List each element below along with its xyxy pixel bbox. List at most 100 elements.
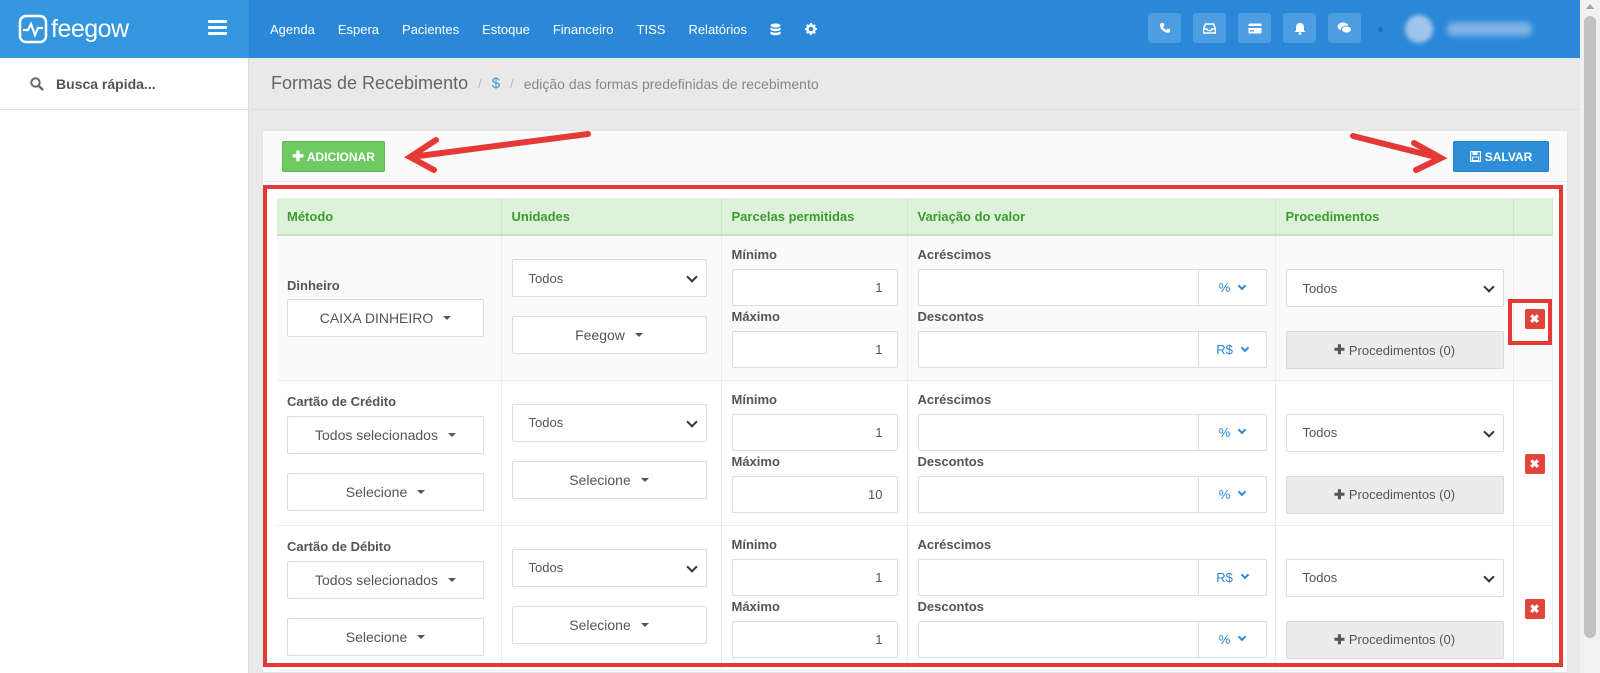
caret-down-icon (443, 316, 452, 320)
surcharge-unit-dropdown[interactable]: % (1197, 270, 1266, 305)
min-installments-input[interactable]: 1 (731, 269, 898, 306)
nav-relatorios[interactable]: Relatórios (688, 22, 747, 37)
surcharge-input[interactable]: R$ (917, 558, 1267, 596)
surcharge-unit-dropdown[interactable]: % (1197, 414, 1266, 450)
inbox-icon[interactable] (1193, 13, 1226, 43)
nav-espera[interactable]: Espera (338, 22, 379, 37)
table-header-row: Método Unidades Parcelas permitidas Vari… (277, 198, 1553, 236)
chevron-down-icon (1240, 343, 1250, 352)
phone-icon[interactable] (1148, 13, 1181, 43)
method-cell: Dinheiro CAIXA DINHEIRO (277, 235, 502, 381)
discount-unit-dropdown[interactable]: R$ (1197, 332, 1266, 367)
delete-row-button[interactable]: ✖ (1524, 309, 1545, 329)
delete-row-button[interactable]: ✖ (1524, 453, 1545, 474)
discount-input[interactable]: % (917, 475, 1267, 513)
account-dropdown[interactable]: Selecione (287, 617, 484, 656)
discount-input[interactable]: % (917, 620, 1267, 658)
delete-row-button[interactable]: ✖ (1524, 598, 1545, 619)
user-name-blurred (1447, 22, 1532, 36)
procedures-select[interactable]: Todos (1285, 558, 1504, 597)
table-row: Cartão de Crédito Todos selecionados Sel… (277, 380, 1553, 526)
surcharge-label: Acréscimos (917, 536, 992, 552)
plus-icon: ✚ (1333, 342, 1345, 357)
procedures-button[interactable]: ✚ Procedimentos (0) (1285, 620, 1504, 659)
sidebar: Busca rápida... (0, 58, 249, 673)
max-installments-input[interactable]: 1 (731, 620, 898, 658)
discount-unit-dropdown[interactable]: % (1197, 476, 1266, 512)
feegow-logo[interactable]: feegow (18, 14, 129, 44)
save-button[interactable]: SALVAR (1453, 141, 1549, 172)
add-button[interactable]: ✚ ADICIONAR (282, 141, 385, 172)
page-scrollbar[interactable] (1580, 0, 1600, 673)
procedures-button[interactable]: ✚ Procedimentos (0) (1285, 331, 1504, 369)
caret-down-icon (640, 477, 649, 482)
account-dropdown[interactable]: Selecione (287, 472, 484, 511)
card-brands-dropdown[interactable]: Todos selecionados (287, 560, 484, 599)
value-variation-cell: Acréscimos R$ Descontos % (907, 525, 1276, 671)
menu-toggle-icon[interactable] (208, 20, 227, 36)
procedures-select[interactable]: Todos (1285, 413, 1504, 452)
select-value: Todos (1302, 280, 1338, 296)
chevron-down-icon (1238, 281, 1247, 290)
nav-pacientes[interactable]: Pacientes (402, 22, 459, 37)
select-value: Todos (528, 560, 564, 575)
save-button-label: SALVAR (1484, 149, 1533, 164)
surcharge-input[interactable]: % (917, 269, 1267, 306)
units-select[interactable]: Todos (511, 403, 707, 442)
max-installments-input[interactable]: 1 (731, 331, 898, 368)
chevron-down-icon (1238, 487, 1247, 497)
procedures-cell: Todos ✚ Procedimentos (0) (1275, 380, 1514, 526)
top-navbar: feegow Agenda Espera Pacientes Estoque F… (0, 0, 1580, 58)
user-menu[interactable] (1405, 14, 1550, 44)
card-brands-dropdown[interactable]: Todos selecionados (287, 415, 484, 454)
units-dropdown[interactable]: Selecione (511, 605, 707, 644)
procedures-button[interactable]: ✚ Procedimentos (0) (1285, 475, 1504, 514)
discount-label: Descontos (917, 453, 984, 469)
status-dot (1378, 27, 1383, 32)
units-select[interactable]: Todos (511, 259, 707, 297)
nav-estoque[interactable]: Estoque (482, 22, 530, 37)
close-icon: ✖ (1529, 312, 1540, 326)
dropdown-label: Feegow (575, 327, 625, 343)
cash-register-dropdown[interactable]: CAIXA DINHEIRO (287, 299, 484, 337)
chevron-down-icon (1482, 281, 1495, 293)
nav-financeiro[interactable]: Financeiro (553, 22, 614, 37)
table-row: Cartão de Débito Todos selecionados Sele… (277, 525, 1553, 671)
database-icon[interactable] (770, 22, 782, 36)
min-label: Mínimo (731, 247, 778, 262)
chevron-down-icon (685, 415, 698, 428)
units-dropdown[interactable]: Feegow (511, 316, 707, 354)
units-select[interactable]: Todos (511, 548, 707, 587)
scroll-up-arrow-icon[interactable] (1586, 4, 1594, 9)
discount-input[interactable]: R$ (917, 331, 1267, 368)
discount-unit-dropdown[interactable]: % (1197, 621, 1266, 657)
surcharge-unit-dropdown[interactable]: R$ (1197, 559, 1266, 595)
units-dropdown[interactable]: Selecione (511, 460, 707, 499)
card-icon[interactable] (1238, 13, 1271, 43)
max-installments-input[interactable]: 10 (731, 475, 898, 513)
nav-tiss[interactable]: TISS (637, 22, 666, 37)
surcharge-input[interactable]: % (917, 413, 1267, 451)
gear-icon[interactable] (804, 22, 817, 36)
max-label: Máximo (731, 598, 780, 614)
min-installments-input[interactable]: 1 (731, 413, 898, 451)
procedures-cell: Todos ✚ Procedimentos (0) (1275, 525, 1514, 671)
dollar-icon[interactable]: $ (492, 75, 500, 92)
min-installments-input[interactable]: 1 (731, 558, 898, 596)
search-input[interactable]: Busca rápida... (56, 76, 156, 92)
chat-icon[interactable] (1328, 13, 1361, 43)
table-row: Dinheiro CAIXA DINHEIRO Todos Feegow Mín… (277, 235, 1553, 381)
caret-down-icon (417, 489, 426, 494)
nav-agenda[interactable]: Agenda (270, 22, 315, 37)
dropdown-label: CAIXA DINHEIRO (319, 310, 434, 326)
caret-down-icon (634, 333, 643, 337)
breadcrumb: Formas de Recebimento / $ / edição das f… (250, 58, 1580, 110)
quick-search[interactable]: Busca rápida... (0, 58, 249, 110)
installments-cell: Mínimo 1 Máximo 1 (721, 525, 908, 671)
procedures-select[interactable]: Todos (1285, 269, 1504, 307)
col-header-units: Unidades (501, 198, 722, 236)
bell-icon[interactable] (1283, 13, 1316, 43)
dropdown-label: Todos selecionados (315, 426, 438, 443)
dropdown-label: Selecione (345, 628, 408, 645)
scroll-thumb[interactable] (1584, 16, 1596, 638)
